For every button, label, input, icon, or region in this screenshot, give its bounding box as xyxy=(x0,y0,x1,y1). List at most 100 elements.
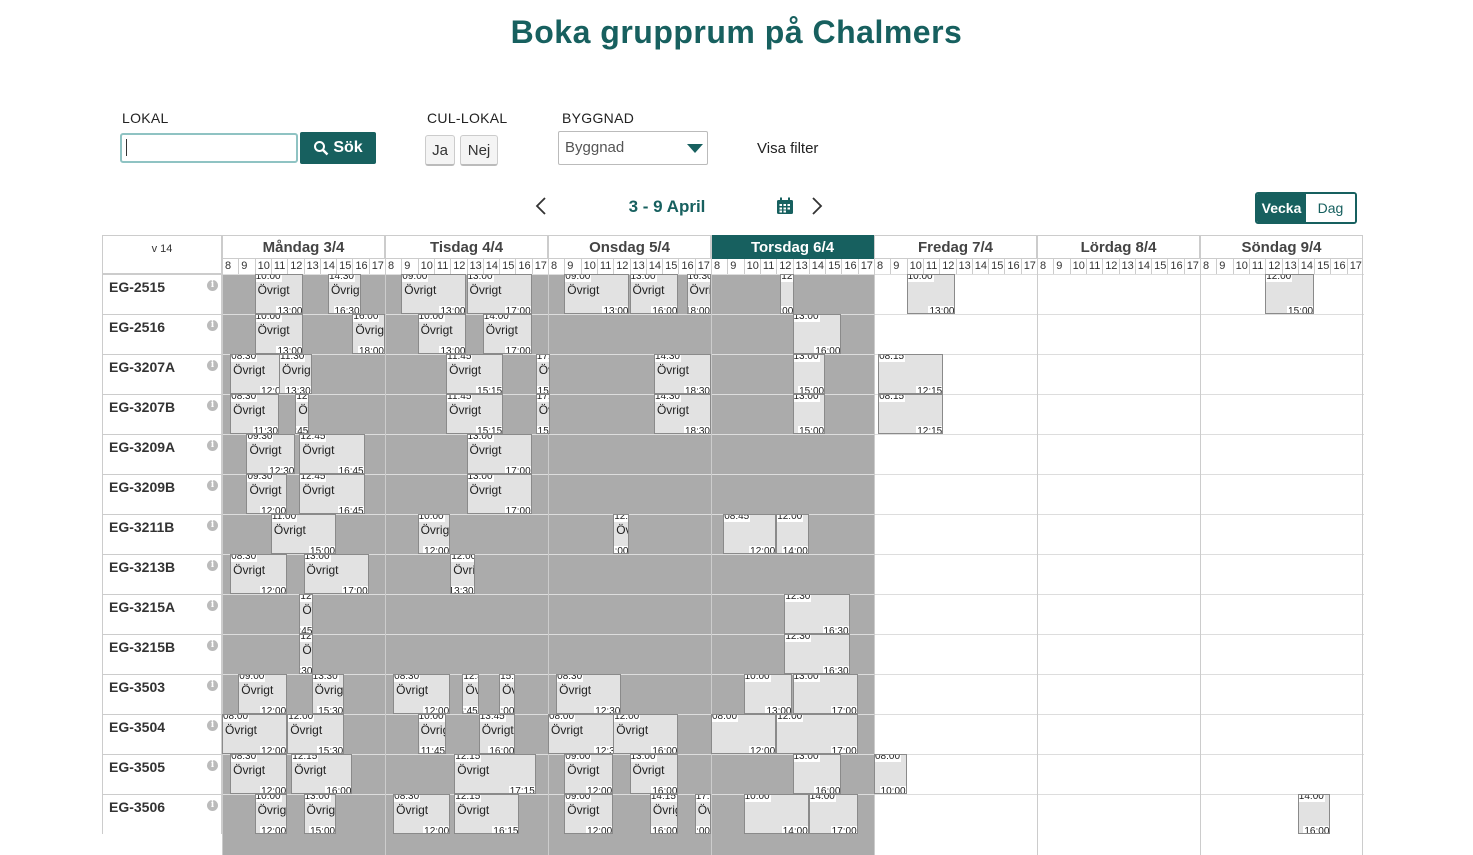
calendar-icon[interactable] xyxy=(776,197,794,215)
booking-block[interactable]: 08:00 12:00 xyxy=(711,714,777,754)
room-name[interactable]: EG-3207B xyxy=(109,399,175,415)
room-row-header[interactable]: EG-3211B i xyxy=(102,514,222,554)
booking-block[interactable]: 13:00 Övrigt 17:00 xyxy=(303,554,369,594)
day-header[interactable]: Fredag 7/4 xyxy=(874,235,1037,259)
info-icon[interactable]: i xyxy=(207,640,218,651)
search-input[interactable] xyxy=(120,133,298,163)
booking-block[interactable]: 10:00 Övrigt 12:00 xyxy=(417,514,451,554)
info-icon[interactable]: i xyxy=(207,560,218,571)
view-week-button[interactable]: Vecka xyxy=(1257,194,1306,222)
booking-block[interactable]: 16:30Övrigt 18:00 xyxy=(686,274,711,314)
booking-block[interactable]: 09:30 Övrigt 12:00 xyxy=(246,474,288,514)
room-row-header[interactable]: EG-3504 i xyxy=(102,714,222,754)
booking-block[interactable]: 12:45 Övrigt 16:45 xyxy=(299,474,365,514)
room-row-header[interactable]: EG-3213B i xyxy=(102,554,222,594)
room-row-header[interactable]: EG-2516 i xyxy=(102,314,222,354)
info-icon[interactable]: i xyxy=(207,480,218,491)
booking-block[interactable]: 14:00 16:00 xyxy=(1297,794,1331,834)
booking-block[interactable]: 11:45 Övrigt 15:15 xyxy=(446,394,504,434)
booking-block[interactable]: 08:30 Övrigt 12:00 xyxy=(230,554,288,594)
booking-block[interactable]: 13:00 Övrigt 15:00 xyxy=(303,794,337,834)
booking-block[interactable]: 17:00Övrigt 18:00 xyxy=(694,794,711,834)
booking-block[interactable]: 10:00Övrigt 11:45 xyxy=(417,714,447,754)
byggnad-select[interactable]: Byggnad xyxy=(558,131,708,165)
room-row-header[interactable]: EG-3215A i xyxy=(102,594,222,634)
booking-block[interactable]: 10:00 13:00 xyxy=(906,274,956,314)
day-header[interactable]: Söndag 9/4 xyxy=(1200,235,1363,259)
booking-block[interactable]: 15:00Övrigt 16:00 xyxy=(499,674,516,714)
room-row-header[interactable]: EG-3215B i xyxy=(102,634,222,674)
room-name[interactable]: EG-3207A xyxy=(109,359,175,375)
booking-block[interactable]: 08:15 12:15 xyxy=(878,394,944,434)
booking-block[interactable]: 14:30 Övrigt 18:30 xyxy=(653,394,711,434)
booking-block[interactable]: 09:00 Övrigt 12:00 xyxy=(564,794,614,834)
info-icon[interactable]: i xyxy=(207,400,218,411)
booking-block[interactable]: 08:30 Övrigt 12:30 xyxy=(556,674,622,714)
booking-block[interactable]: 12:45 Övrigt 16:45 xyxy=(299,434,365,474)
visa-filter-link[interactable]: Visa filter xyxy=(757,140,818,157)
booking-block[interactable]: 13:00 Övrigt 17:00 xyxy=(466,274,532,314)
room-name[interactable]: EG-3503 xyxy=(109,679,165,695)
room-name[interactable]: EG-3504 xyxy=(109,719,165,735)
booking-block[interactable]: 10:00 Övrigt 13:00 xyxy=(254,274,304,314)
booking-block[interactable]: 17:15Övrigt 20:15 xyxy=(535,394,550,434)
booking-block[interactable]: 08:45 12:00 xyxy=(723,514,777,554)
info-icon[interactable]: i xyxy=(207,600,218,611)
booking-block[interactable]: 14:00 Övrigt 17:00 xyxy=(482,314,532,354)
day-header[interactable]: Måndag 3/4 xyxy=(222,235,385,259)
booking-block[interactable]: 12:15 13:00 xyxy=(780,274,795,314)
booking-block[interactable]: 08:00 Övrigt 12:00 xyxy=(222,714,288,754)
room-row-header[interactable]: EG-3503 i xyxy=(102,674,222,714)
booking-block[interactable]: 08:30 Övrigt 11:30 xyxy=(230,394,280,434)
booking-block[interactable]: 14:00 17:00 xyxy=(808,794,858,834)
booking-block[interactable]: 11:30 Övrigt 13:30 xyxy=(279,354,312,394)
booking-block[interactable]: 09:00 Övrigt 12:00 xyxy=(238,674,288,714)
day-header[interactable]: Onsdag 5/4 xyxy=(548,235,711,259)
booking-block[interactable]: 08:00 10:00 xyxy=(874,754,907,794)
booking-block[interactable]: 11:45 Övrigt 15:15 xyxy=(446,354,504,394)
room-row-header[interactable]: EG-3506 i xyxy=(102,794,222,834)
info-icon[interactable]: i xyxy=(207,520,218,531)
booking-block[interactable]: 13:00 Övrigt 16:00 xyxy=(629,754,679,794)
room-row-header[interactable]: EG-3209B i xyxy=(102,474,222,514)
room-row-header[interactable]: EG-2515 i xyxy=(102,274,222,314)
booking-block[interactable]: 12:00 17:00 xyxy=(776,714,858,754)
info-icon[interactable]: i xyxy=(207,720,218,731)
info-icon[interactable]: i xyxy=(207,800,218,811)
booking-block[interactable]: 08:00 Övrigt 12:30 xyxy=(548,714,622,754)
booking-block[interactable]: 13:00 16:00 xyxy=(792,754,842,794)
info-icon[interactable]: i xyxy=(207,440,218,451)
booking-block[interactable]: 14:15Övrigt 16:00 xyxy=(649,794,679,834)
booking-block[interactable]: 09:00 Övrigt 12:00 xyxy=(564,754,614,794)
booking-block[interactable]: 09:00 Övrigt 13:00 xyxy=(564,274,630,314)
booking-block[interactable]: 16:00 Övrigt 18:00 xyxy=(352,314,385,354)
booking-block[interactable]: 12:00Övrigt 13:30 xyxy=(450,554,475,594)
booking-block[interactable]: 12:45Övrigt12:45 xyxy=(299,594,314,634)
booking-block[interactable]: 10:00 14:00 xyxy=(743,794,809,834)
booking-block[interactable]: 13:00 15:00 xyxy=(792,394,826,434)
room-name[interactable]: EG-2516 xyxy=(109,319,165,335)
booking-block[interactable]: 12:00Övrigt 13:00 xyxy=(613,514,630,554)
cul-ja-button[interactable]: Ja xyxy=(425,135,455,166)
room-name[interactable]: EG-3213B xyxy=(109,559,175,575)
room-row-header[interactable]: EG-3207A i xyxy=(102,354,222,394)
booking-block[interactable]: 13:30 Övrigt 15:30 xyxy=(311,674,345,714)
booking-block[interactable]: 12:45Övrigt 13:30 xyxy=(299,634,314,674)
day-header[interactable]: Torsdag 6/4 xyxy=(711,235,874,259)
booking-block[interactable]: 08:30 Övrigt 12:00 xyxy=(230,754,288,794)
booking-block[interactable]: 08:15 12:15 xyxy=(878,354,944,394)
room-row-header[interactable]: EG-3209A i xyxy=(102,434,222,474)
booking-block[interactable]: 09:00 Övrigt 13:00 xyxy=(401,274,467,314)
booking-block[interactable]: 14:30 Övrigt 16:30 xyxy=(327,274,361,314)
booking-block[interactable]: 13:45 Övrigt 16:00 xyxy=(478,714,516,754)
booking-block[interactable]: 13:00 Övrigt 17:00 xyxy=(466,434,532,474)
booking-block[interactable]: 12:00 Övrigt 15:30 xyxy=(287,714,345,754)
room-name[interactable]: EG-3211B xyxy=(109,519,174,535)
booking-block[interactable]: 12:00 15:00 xyxy=(1265,274,1315,314)
info-icon[interactable]: i xyxy=(207,760,218,771)
booking-block[interactable]: 12:15 Övrigt 16:15 xyxy=(454,794,520,834)
booking-block[interactable]: 11:00 Övrigt 15:00 xyxy=(270,514,337,554)
day-header[interactable]: Tisdag 4/4 xyxy=(385,235,548,259)
booking-block[interactable]: 10:00 Övrigt 13:00 xyxy=(417,314,467,354)
cul-nej-button[interactable]: Nej xyxy=(460,135,498,166)
